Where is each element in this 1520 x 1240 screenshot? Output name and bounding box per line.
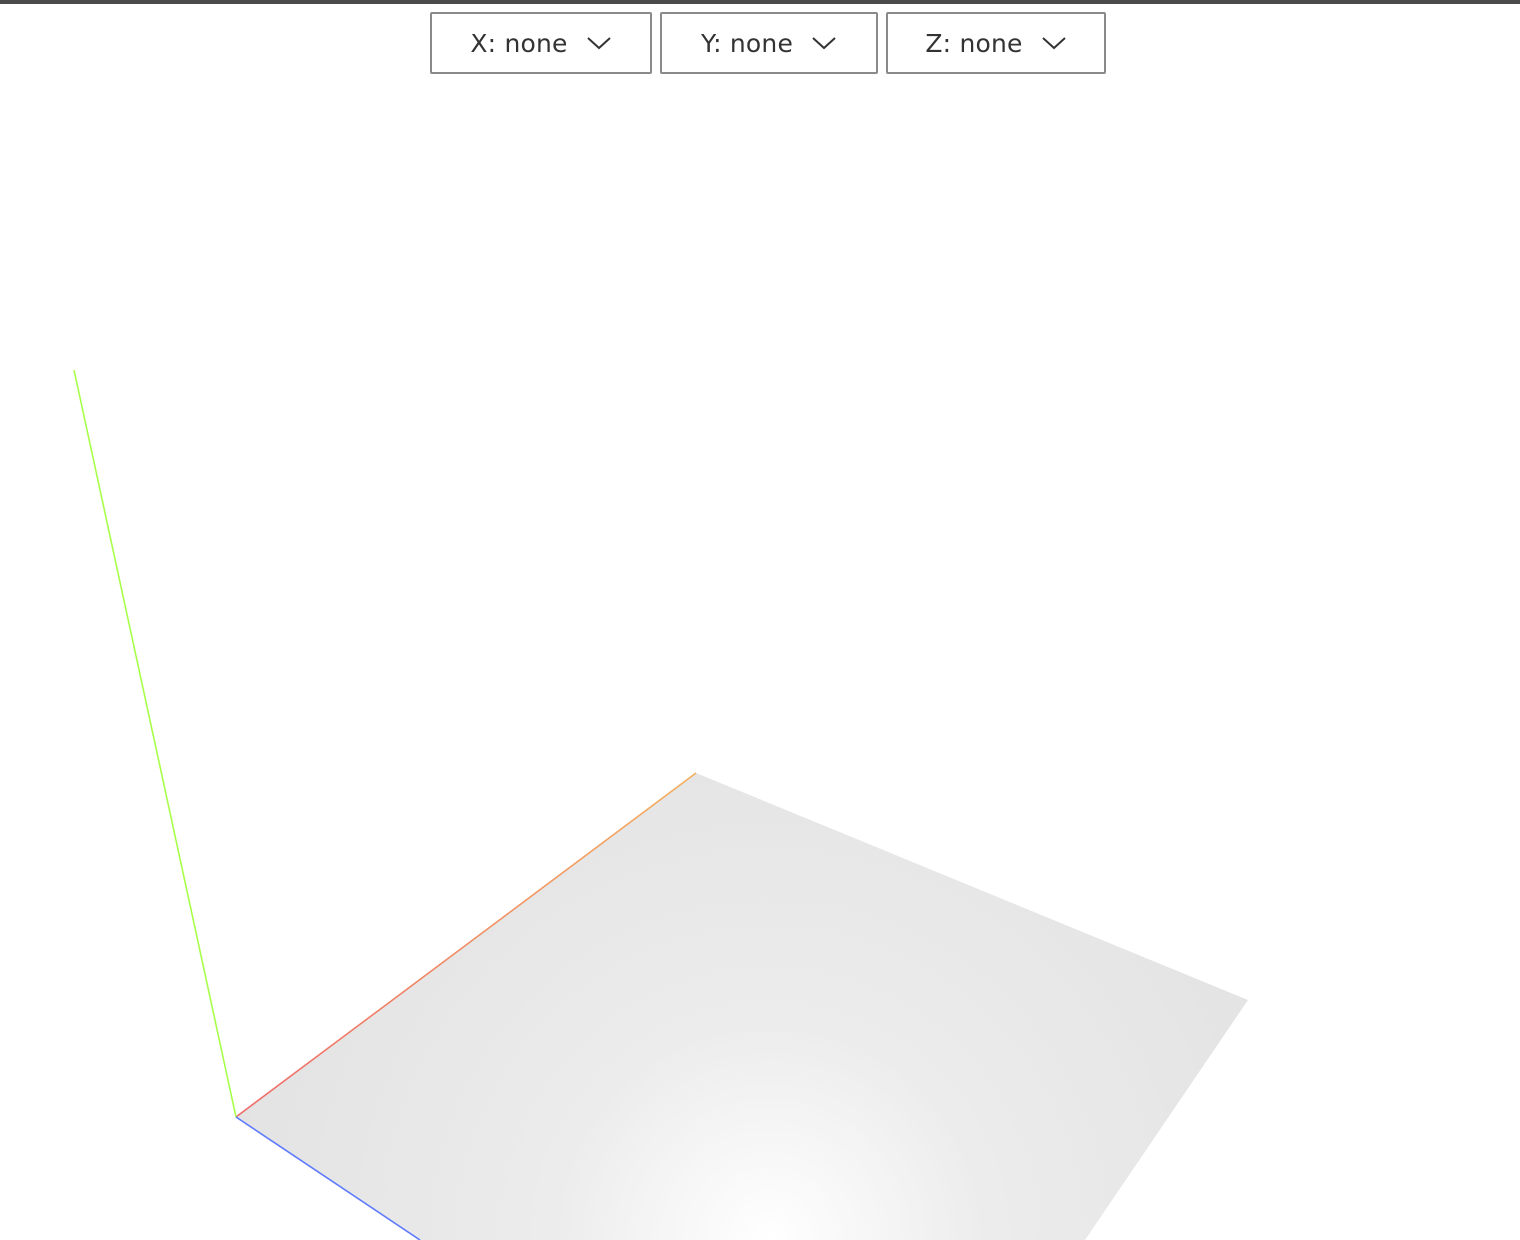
ground-plane: [236, 773, 1248, 1240]
chevron-down-icon: [586, 37, 611, 50]
z-axis-dropdown[interactable]: Z: none: [886, 12, 1106, 74]
y-axis-dropdown-label: Y: none: [700, 28, 794, 58]
chevron-down-icon: [812, 37, 836, 50]
x-axis-dropdown[interactable]: X: none: [430, 12, 652, 74]
3d-viewport[interactable]: [0, 0, 1520, 1240]
x-axis-dropdown-label: X: none: [470, 28, 568, 58]
z-axis-dropdown-label: Z: none: [925, 28, 1023, 58]
y-axis-dropdown[interactable]: Y: none: [660, 12, 878, 74]
y-axis-line: [73, 369, 237, 1118]
chevron-down-icon: [1041, 37, 1066, 50]
